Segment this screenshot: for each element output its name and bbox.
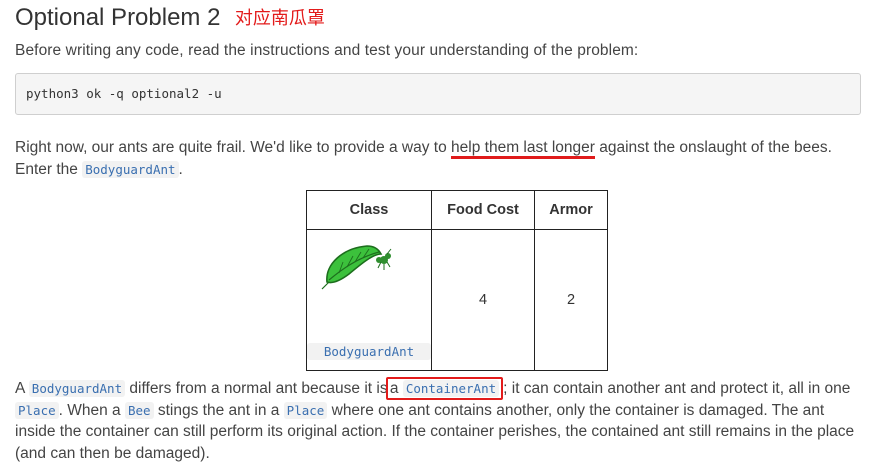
command-code-block[interactable]: python3 ok -q optional2 -u xyxy=(15,73,861,115)
page-title: Optional Problem 2 xyxy=(15,4,221,31)
handwritten-annotation: 对应南瓜罩 xyxy=(234,8,325,29)
paragraph-text: Right now, our ants are quite frail. We'… xyxy=(15,139,452,156)
paragraph-text: ; it can contain another ant and protect… xyxy=(503,380,851,397)
table-row: BodyguardAnt 4 2 xyxy=(306,229,608,371)
inline-code: Place xyxy=(283,401,328,419)
header-class: Class xyxy=(306,190,432,230)
paragraph-text: . When a xyxy=(58,401,125,419)
header-food-cost: Food Cost xyxy=(431,190,535,230)
ant-stats-table: Class Food Cost Armor BodyguardAnt 4 2 xyxy=(306,190,608,371)
armor-cell: 2 xyxy=(534,229,608,371)
paragraph-text: stings the ant in a xyxy=(153,401,284,419)
underlined-phrase: help them last longer xyxy=(451,139,595,159)
class-name-code: BodyguardAnt xyxy=(307,343,431,360)
boxed-word: a xyxy=(389,380,399,397)
command-text[interactable]: python3 ok -q optional2 -u xyxy=(26,86,222,101)
inline-code: ContainerAnt xyxy=(402,380,500,397)
paragraph-text: . xyxy=(178,160,183,178)
inline-code: Bee xyxy=(124,401,154,419)
annotation-box: a ContainerAnt xyxy=(385,377,504,400)
inline-code: BodyguardAnt xyxy=(82,160,179,178)
class-cell: BodyguardAnt xyxy=(306,229,432,371)
header-armor: Armor xyxy=(534,190,608,230)
paragraph-intro: Right now, our ants are quite frail. We'… xyxy=(15,137,863,180)
leaf-ant-icon xyxy=(321,245,392,290)
inline-code: Place xyxy=(15,401,59,419)
food-cost-cell: 4 xyxy=(431,229,535,371)
heading-row: Optional Problem 2 对应南瓜罩 xyxy=(15,4,325,36)
paragraph-text: A xyxy=(15,380,29,397)
paragraph-text: differs from a normal ant because it is xyxy=(125,380,392,397)
inline-code: BodyguardAnt xyxy=(28,380,126,397)
table-header-row: Class Food Cost Armor xyxy=(306,190,608,230)
paragraph-description: A BodyguardAnt differs from a normal ant… xyxy=(15,377,863,464)
intro-text: Before writing any code, read the instru… xyxy=(15,42,639,59)
